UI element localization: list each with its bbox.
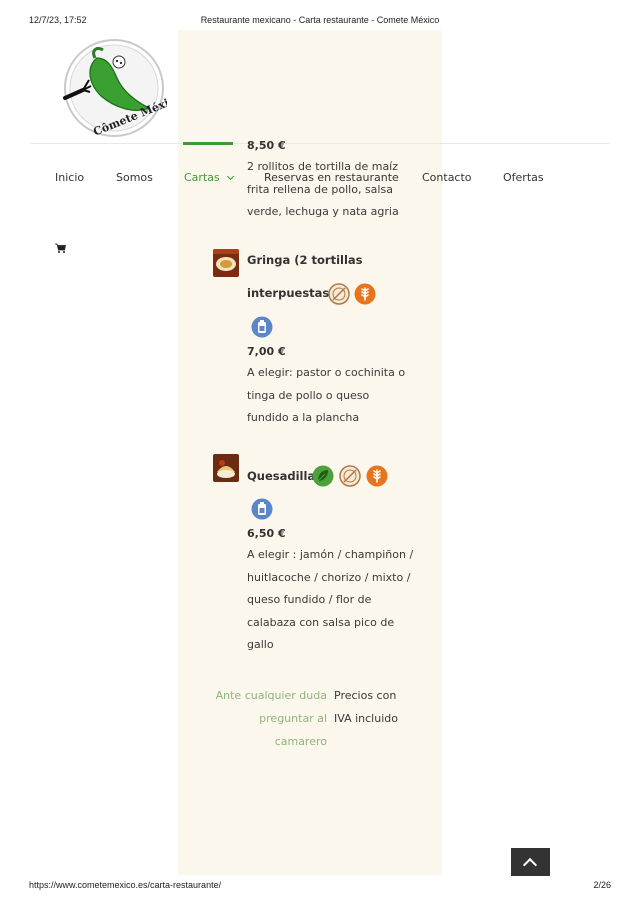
dish-name-line: Quesadilla xyxy=(247,469,316,483)
vat-note-line: Precios con xyxy=(334,689,397,702)
dish-description-line: A elegir : jamón / champiñon / xyxy=(247,548,414,561)
dish-description-line: A elegir: pastor o cochinita o xyxy=(247,366,406,379)
dish-description-line: queso fundido / flor de xyxy=(247,593,372,606)
nav-item-contacto[interactable]: Contacto xyxy=(422,171,472,184)
dish-description-line: gallo xyxy=(247,638,274,651)
back-to-top-button[interactable] xyxy=(511,848,550,876)
dish-description: A elegir: pastor o cochinita o tinga de … xyxy=(247,362,422,430)
nav-item-cartas-label: Cartas xyxy=(184,171,220,184)
wheat-icon xyxy=(366,465,388,487)
gluten-free-icon xyxy=(328,283,350,305)
print-page-number: 2/26 xyxy=(593,880,611,890)
waiter-note: Ante cualquier duda preguntar al camarer… xyxy=(212,684,327,753)
dish-description-line: 2 rollitos de tortilla de maíz xyxy=(247,160,399,173)
vat-note: Precios con IVA incluido xyxy=(334,684,414,730)
dish-name: Quesadilla xyxy=(247,460,315,493)
dish-price: 8,50 € xyxy=(247,139,286,152)
dish-price: 7,00 € xyxy=(247,345,286,358)
dish-description-line: huitlacoche / chorizo / mixto / xyxy=(247,570,411,584)
vat-note-line: IVA incluido xyxy=(334,712,398,725)
nav-active-indicator xyxy=(183,142,233,145)
site-logo[interactable]: Cômete México! xyxy=(57,36,188,140)
print-url: https://www.cometemexico.es/carta-restau… xyxy=(29,880,222,890)
chili-pepper-plate-logo-icon: Cômete México! xyxy=(63,39,188,139)
waiter-note-line: camarero xyxy=(274,735,327,748)
dish-description: A elegir : jamón / champiñon / huitlacoc… xyxy=(247,544,422,657)
dish-description: 2 rollitos de tortilla de maíz frita rel… xyxy=(247,156,422,224)
waiter-note-line: Ante cualquier duda xyxy=(215,689,327,702)
waiter-note-line: preguntar al xyxy=(259,712,327,725)
dish-description-line: fundido a la plancha xyxy=(247,411,360,424)
dish-photo[interactable] xyxy=(213,249,239,277)
print-page-title: Restaurante mexicano - Carta restaurante… xyxy=(200,15,440,25)
nav-item-inicio[interactable]: Inicio xyxy=(55,171,84,184)
dish-price: 6,50 € xyxy=(247,527,286,540)
dish-description-line: tinga de pollo o queso xyxy=(247,388,370,402)
dish-description-line: frita rellena de pollo, salsa xyxy=(247,182,393,196)
lactose-icon xyxy=(251,498,273,520)
shopping-cart-icon[interactable] xyxy=(55,240,66,253)
chevron-up-icon xyxy=(522,857,538,873)
dish-description-line: calabaza con salsa pico de xyxy=(247,615,395,629)
nav-item-cartas[interactable]: Cartas xyxy=(184,171,234,184)
wheat-icon xyxy=(354,283,376,305)
chevron-down-icon xyxy=(226,172,234,181)
dish-name-line: Gringa (2 tortillas xyxy=(247,253,363,267)
dish-description-line: verde, lechuga y nata agria xyxy=(247,205,399,218)
gluten-free-icon xyxy=(339,465,361,487)
lactose-icon xyxy=(251,316,273,338)
nav-item-ofertas[interactable]: Ofertas xyxy=(503,171,544,184)
vegetarian-leaf-icon xyxy=(312,465,334,487)
header-divider xyxy=(30,143,610,144)
nav-item-somos[interactable]: Somos xyxy=(116,171,153,184)
dish-photo[interactable] xyxy=(213,454,239,482)
